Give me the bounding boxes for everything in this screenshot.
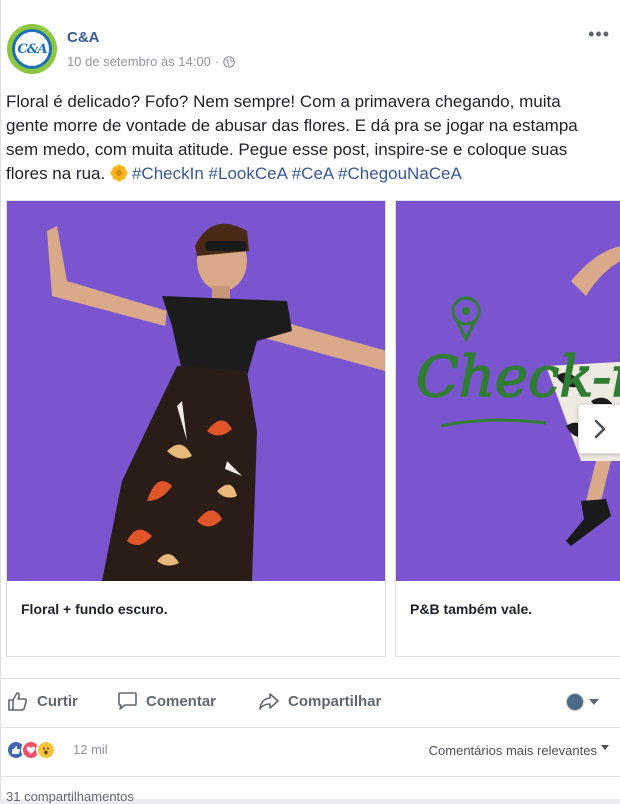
share-button[interactable]: Compartilhar <box>258 691 381 711</box>
carousel-image[interactable] <box>7 201 385 581</box>
like-button[interactable]: Curtir <box>7 691 78 711</box>
chevron-down-icon <box>601 745 609 750</box>
more-options-icon[interactable]: ••• <box>588 24 610 45</box>
hashtag-link[interactable]: #ChegouNaCeA <box>338 164 462 183</box>
meta-separator: · <box>214 54 220 69</box>
share-arrow-icon <box>259 693 279 710</box>
sort-label: Comentários mais relevantes <box>428 743 597 758</box>
overlay-script-text: Check-in <box>416 345 620 410</box>
comment-label: Comentar <box>146 692 217 710</box>
hashtag-link[interactable]: #CheckIn <box>132 164 204 183</box>
hashtag-link[interactable]: #CeA <box>292 164 334 183</box>
like-label: Curtir <box>37 692 78 710</box>
reactions-bar: 12 mil Comentários mais relevantes <box>1 727 620 773</box>
page-avatar[interactable]: C&A <box>7 24 57 74</box>
comment-sort-dropdown[interactable]: Comentários mais relevantes <box>429 743 609 758</box>
reaction-count[interactable]: 12 mil <box>73 742 108 757</box>
user-avatar <box>566 693 584 711</box>
reaction-icons[interactable] <box>6 740 56 760</box>
carousel-card[interactable]: Floral + fundo escuro. <box>6 200 386 657</box>
brand-logo: C&A <box>12 29 52 69</box>
chevron-down-icon <box>589 699 599 705</box>
page-name-link[interactable]: C&A <box>67 29 100 46</box>
action-bar: Curtir Comentar Compartilhar <box>1 678 620 726</box>
post-body: Floral é delicado? Fofo? Nem sempre! Com… <box>6 90 606 186</box>
globe-icon <box>223 55 235 68</box>
share-label: Compartilhar <box>288 692 382 710</box>
carousel-card-caption[interactable]: Floral + fundo escuro. <box>21 601 168 617</box>
carousel-card-caption[interactable]: P&B também vale. <box>410 601 532 617</box>
thumbs-up-icon <box>8 692 28 711</box>
flower-emoji-icon <box>110 164 128 182</box>
carousel-image[interactable]: Check-in <box>396 201 620 581</box>
carousel-next-button[interactable] <box>578 404 620 454</box>
hashtag-link[interactable]: #LookCeA <box>209 164 287 183</box>
hashtag-list: #CheckIn #LookCeA #CeA #ChegouNaCeA <box>132 164 462 183</box>
post-as-selector[interactable] <box>566 693 599 711</box>
wow-reaction-icon <box>36 740 56 760</box>
divider <box>1 776 620 777</box>
facebook-post: C&A C&A 10 de setembro às 14:00 · ••• Fl… <box>0 0 620 804</box>
comment-button[interactable]: Comentar <box>116 691 216 711</box>
chevron-right-icon <box>594 419 606 439</box>
share-count[interactable]: 31 compartilhamentos <box>6 789 134 804</box>
post-timestamp[interactable]: 10 de setembro às 14:00 <box>67 54 211 69</box>
comment-icon <box>118 692 137 710</box>
model-photo <box>7 201 385 581</box>
checkin-photo: Check-in <box>396 201 620 581</box>
post-meta: 10 de setembro às 14:00 · <box>67 54 235 69</box>
